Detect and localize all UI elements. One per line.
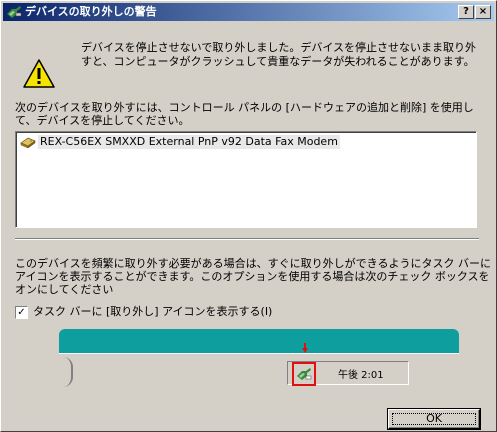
close-button[interactable]: × [475, 5, 491, 19]
window-title: デバイスの取り外しの警告 [25, 5, 157, 18]
taskbar-edge [61, 357, 73, 387]
title-bar[interactable]: デバイスの取り外しの警告 ? × [3, 3, 494, 21]
hardware-eject-tray-icon [297, 368, 312, 380]
hardware-eject-icon [7, 6, 22, 18]
device-list[interactable]: REX-C56EX SMXXD External PnP v92 Data Fa… [15, 131, 477, 228]
taskbar-preview: 午後 2:01 [59, 329, 459, 399]
device-label: REX-C56EX SMXXD External PnP v92 Data Fa… [38, 135, 340, 149]
desktop-area [59, 329, 459, 353]
warning-triangle-icon [23, 59, 55, 88]
focus-rect [392, 413, 476, 425]
instructions-text: 次のデバイスを取り外すには、コントロール パネルの [ハードウェアの追加と削除]… [15, 101, 474, 127]
divider [15, 238, 479, 240]
down-arrow-indicator-icon [302, 343, 308, 353]
warning-message: デバイスを停止させないで取り外しました。デバイスを停止させないまま取り外すと、コ… [81, 41, 477, 68]
show-eject-icon-checkbox[interactable]: ✓ [15, 306, 28, 319]
modem-icon [20, 137, 36, 149]
hint-text: このデバイスを頻繁に取り外す必要がある場合は、すぐに取り外しができるようにタスク… [15, 257, 491, 296]
checkbox-label[interactable]: タスク バーに [取り外し] アイコンを表示する(I) [33, 305, 272, 319]
tray-clock: 午後 2:01 [338, 370, 384, 381]
ok-button[interactable]: OK [387, 408, 481, 430]
help-button[interactable]: ? [458, 5, 474, 19]
system-tray: 午後 2:01 [287, 361, 409, 386]
eject-warning-dialog: デバイスの取り外しの警告 ? × デバイスを停止させないで取り外しました。デバイ… [0, 0, 497, 432]
tray-icon-highlight [292, 362, 316, 386]
